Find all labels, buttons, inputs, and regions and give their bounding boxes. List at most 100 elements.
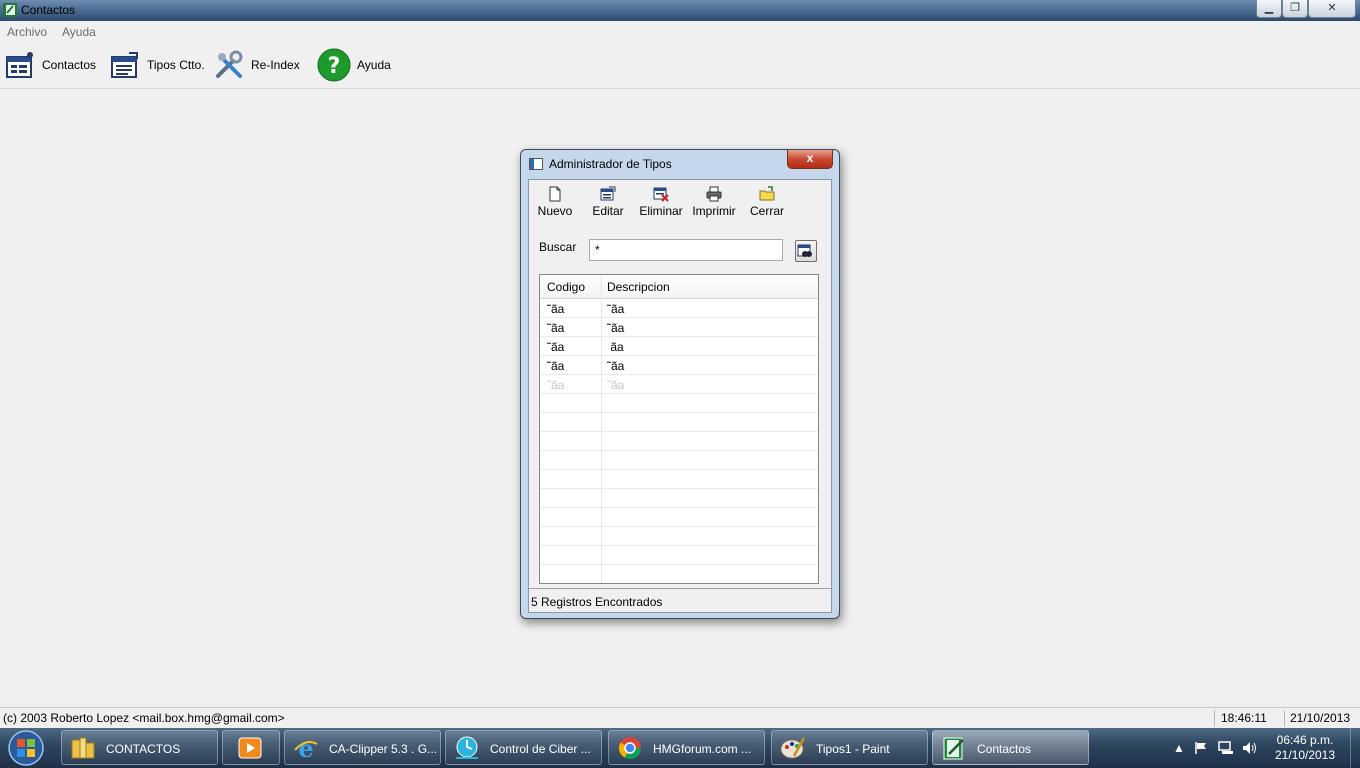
- table-row[interactable]: ˜ãa ãa: [540, 337, 818, 356]
- help-icon: ?: [317, 48, 351, 82]
- cell-descripcion: ˜ãa: [607, 321, 625, 335]
- grid-header: Codigo Descripcion: [540, 275, 818, 299]
- status-divider: [1284, 710, 1285, 727]
- svg-text:e: e: [298, 736, 313, 760]
- empty-row: [540, 508, 818, 527]
- re-index-button[interactable]: Re-Index: [213, 46, 300, 84]
- taskbar-label: Control de Ciber ...: [490, 742, 591, 756]
- dialog-body: Nuevo Editar Eliminar Imprimir Cerrar Bu…: [528, 179, 832, 613]
- types-grid[interactable]: Codigo Descripcion ˜ãa ˜ãa ˜ãa ˜ãa ˜ãa ã…: [539, 274, 819, 584]
- status-date: 21/10/2013: [1290, 711, 1351, 725]
- new-document-icon: [549, 186, 561, 202]
- taskbar-label: CONTACTOS: [106, 742, 181, 756]
- show-hidden-icons-icon[interactable]: ▲: [1173, 741, 1185, 755]
- close-icon: ✕: [1327, 2, 1337, 14]
- eliminar-label: Eliminar: [639, 204, 683, 218]
- search-button[interactable]: [795, 240, 817, 262]
- print-icon: [706, 186, 722, 202]
- contacts-icon: [6, 52, 33, 78]
- main-toolbar: Contactos Tipos Ctto. Re-Index ? Ayuda: [0, 42, 1360, 89]
- search-icon: [797, 244, 812, 257]
- table-row[interactable]: ˜ãa ˜ãa: [540, 299, 818, 318]
- contacts-app-icon: [943, 737, 964, 760]
- svg-text:?: ?: [328, 54, 341, 79]
- edit-icon: [600, 186, 616, 201]
- window-titlebar[interactable]: Contactos ▁ ❐ ✕: [0, 0, 1360, 21]
- taskbar-ie-window[interactable]: e CA-Clipper 5.3 . G...: [284, 730, 441, 765]
- cell-descripcion: ˜ãa: [607, 359, 625, 373]
- restore-button[interactable]: ❐: [1282, 0, 1308, 18]
- imprimir-label: Imprimir: [692, 204, 736, 218]
- minimize-icon: ▁: [1264, 2, 1274, 14]
- cell-descripcion: ˜ãa: [607, 378, 625, 392]
- copyright-text: (c) 2003 Roberto Lopez <mail.box.hmg@gma…: [3, 711, 285, 725]
- column-header-descripcion[interactable]: Descripcion: [607, 280, 670, 294]
- empty-row: [540, 394, 818, 413]
- taskbar-contactos-app[interactable]: Contactos: [932, 730, 1089, 765]
- buscar-label: Buscar: [539, 240, 577, 254]
- network-icon[interactable]: [1218, 741, 1234, 755]
- start-button[interactable]: [3, 729, 49, 767]
- tipos-ctto-button[interactable]: Tipos Ctto.: [109, 46, 205, 84]
- tipos-dialog: Administrador de Tipos x Nuevo Editar El…: [520, 149, 840, 619]
- cerrar-label: Cerrar: [749, 204, 784, 218]
- volume-icon[interactable]: [1242, 741, 1258, 755]
- empty-row: [540, 489, 818, 508]
- table-row[interactable]: ˜ãa ˜ãa: [540, 356, 818, 375]
- taskbar-paint-window[interactable]: Tipos1 - Paint: [771, 730, 928, 765]
- paint-icon: [780, 737, 806, 759]
- taskbar-media-player[interactable]: [222, 730, 280, 765]
- eliminar-button[interactable]: Eliminar: [633, 186, 689, 218]
- taskbar-contactos-folder[interactable]: CONTACTOS: [61, 730, 218, 765]
- status-divider: [1214, 710, 1215, 727]
- nuevo-label: Nuevo: [537, 204, 573, 218]
- folder-icon: [71, 737, 95, 759]
- taskbar-clock[interactable]: 06:46 p.m. 21/10/2013: [1270, 733, 1340, 763]
- ayuda-label: Ayuda: [357, 58, 391, 72]
- column-header-codigo[interactable]: Codigo: [547, 280, 585, 294]
- taskbar-label: HMGforum.com ...: [653, 742, 752, 756]
- tipos-ctto-label: Tipos Ctto.: [147, 58, 205, 72]
- imprimir-button[interactable]: Imprimir: [686, 186, 742, 218]
- dialog-title: Administrador de Tipos: [549, 157, 672, 171]
- table-row[interactable]: ˜ãa ˜ãa: [540, 375, 818, 394]
- empty-row: [540, 432, 818, 451]
- dialog-window-icon: [529, 158, 543, 170]
- re-index-label: Re-Index: [251, 58, 300, 72]
- cerrar-button[interactable]: Cerrar: [739, 186, 795, 218]
- contactos-button[interactable]: Contactos: [4, 46, 96, 84]
- taskbar-control-ciber[interactable]: Control de Ciber ...: [445, 730, 602, 765]
- empty-row: [540, 565, 818, 583]
- chrome-icon: [619, 737, 641, 759]
- taskbar-chrome-window[interactable]: HMGforum.com ...: [608, 730, 765, 765]
- dialog-close-button[interactable]: x: [787, 150, 833, 169]
- cell-codigo: ˜ãa: [547, 378, 565, 392]
- close-folder-icon: [759, 186, 775, 201]
- empty-row: [540, 413, 818, 432]
- cell-descripcion: ãa: [607, 340, 624, 354]
- app-status-bar: (c) 2003 Roberto Lopez <mail.box.hmg@gma…: [0, 707, 1360, 729]
- taskbar: CONTACTOS e CA-Clipper 5.3 . G... Contro…: [0, 728, 1360, 768]
- taskbar-label: Tipos1 - Paint: [816, 742, 890, 756]
- contactos-label: Contactos: [42, 58, 97, 72]
- minimize-button[interactable]: ▁: [1256, 0, 1282, 18]
- window-title: Contactos: [21, 3, 76, 17]
- editar-label: Editar: [592, 204, 624, 218]
- table-row[interactable]: ˜ãa ˜ãa: [540, 318, 818, 337]
- show-desktop-button[interactable]: [1350, 728, 1360, 768]
- action-center-flag-icon[interactable]: [1194, 741, 1208, 755]
- ayuda-button[interactable]: ? Ayuda: [317, 46, 391, 84]
- menu-archivo[interactable]: Archivo: [7, 25, 47, 39]
- search-input[interactable]: [589, 239, 783, 261]
- status-time: 18:46:11: [1221, 711, 1267, 725]
- window-close-button[interactable]: ✕: [1308, 0, 1356, 18]
- restore-icon: ❐: [1290, 2, 1300, 14]
- clock-time: 06:46 p.m.: [1276, 733, 1334, 747]
- empty-row: [540, 527, 818, 546]
- empty-row: [540, 451, 818, 470]
- dialog-status-bar: 5 Registros Encontrados: [529, 588, 831, 612]
- menu-ayuda[interactable]: Ayuda: [62, 25, 96, 39]
- nuevo-button[interactable]: Nuevo: [527, 186, 583, 218]
- editar-button[interactable]: Editar: [580, 186, 636, 218]
- cell-codigo: ˜ãa: [547, 359, 565, 373]
